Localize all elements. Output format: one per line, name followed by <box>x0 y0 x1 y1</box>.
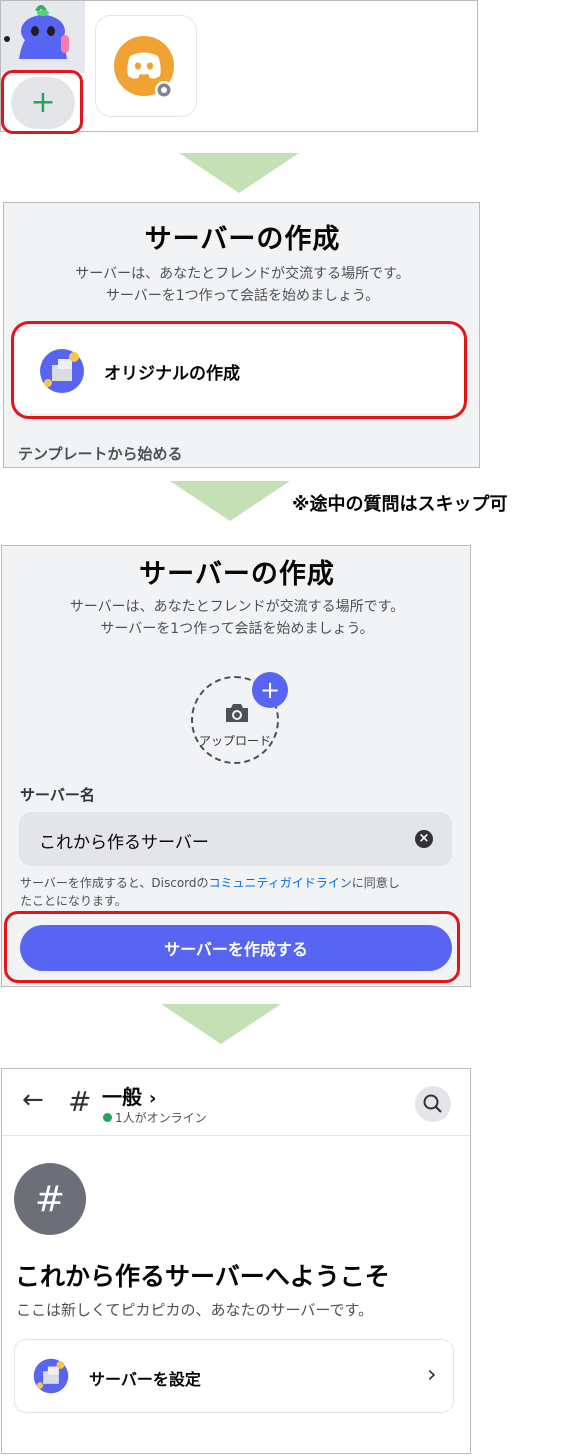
page-title: サーバーの作成 <box>139 559 335 590</box>
template-section-label: テンプレートから始める <box>18 445 183 463</box>
subtitle-line2: サーバーを1つ作って会話を始めましょう。 <box>105 288 380 304</box>
subtitle-line1: サーバーは、あなたとフレンドが交流する場所です。 <box>69 599 405 615</box>
hash-icon: # <box>68 1085 92 1118</box>
server-name-value: これから作るサーバー <box>39 833 209 853</box>
page-title: サーバーの作成 <box>144 224 341 255</box>
discord-app-tile[interactable] <box>95 15 197 117</box>
subtitle-line1: サーバーは、あなたとフレンドが交流する場所です。 <box>75 266 410 282</box>
subtitle-line2: サーバーを1つ作って会話を始めましょう。 <box>100 621 374 637</box>
back-arrow-icon[interactable]: ← <box>22 1085 44 1115</box>
setup-server-label: サーバーを設定 <box>89 1370 201 1389</box>
terms-line2: たことになります。 <box>20 894 127 908</box>
plus-icon: + <box>259 676 281 704</box>
guidelines-link[interactable]: コミュニティガイドライン <box>209 876 352 890</box>
discord-logo-icon <box>114 36 174 99</box>
hash-icon: # <box>34 1178 66 1220</box>
server-build-icon <box>33 1358 69 1394</box>
setup-server-card[interactable]: サーバーを設定 › <box>14 1339 454 1413</box>
channel-name: 一般 <box>102 1085 142 1109</box>
server-name-label: サーバー名 <box>20 786 95 804</box>
server-name-input[interactable]: これから作るサーバー × <box>19 812 452 866</box>
upload-label: アップロード <box>198 734 271 748</box>
mascot-avatar <box>1 1 85 73</box>
terms-text: サーバーを作成すると、Discordのコミュニティガイドラインに同意し たことに… <box>20 874 460 910</box>
camera-icon <box>226 704 248 722</box>
terms-prefix: サーバーを作成すると、Discordの <box>20 876 209 890</box>
highlight-create-original <box>11 321 467 419</box>
upload-plus-badge[interactable]: + <box>252 672 288 708</box>
channel-header: ← # 一般 › 1人がオンライン <box>2 1069 470 1136</box>
step4-panel: ← # 一般 › 1人がオンライン # これから作るサーバーへようこそ ここは新… <box>1 1068 471 1454</box>
online-status: 1人がオンライン <box>103 1109 207 1126</box>
terms-suffix: に同意し <box>351 876 400 890</box>
online-count: 1人がオンライン <box>115 1111 207 1125</box>
clear-icon[interactable]: × <box>415 830 433 848</box>
skip-note: ※途中の質問はスキップ可 <box>292 494 508 515</box>
welcome-subtitle: ここは新しくてピカピカの、あなたのサーバーです。 <box>16 1301 374 1319</box>
flow-arrow <box>179 153 299 193</box>
channel-avatar: # <box>14 1163 86 1235</box>
flow-arrow <box>170 481 290 521</box>
welcome-title: これから作るサーバーへようこそ <box>15 1262 390 1291</box>
chevron-right-icon: › <box>427 1360 437 1388</box>
highlight-add-button <box>1 70 83 134</box>
channel-title[interactable]: 一般 › <box>102 1081 156 1110</box>
search-button[interactable] <box>415 1086 451 1122</box>
flow-arrow <box>161 1004 281 1044</box>
chevron-right-icon: › <box>148 1088 157 1109</box>
highlight-create-button <box>4 911 460 983</box>
online-dot-icon <box>103 1113 112 1122</box>
search-icon <box>423 1094 442 1113</box>
